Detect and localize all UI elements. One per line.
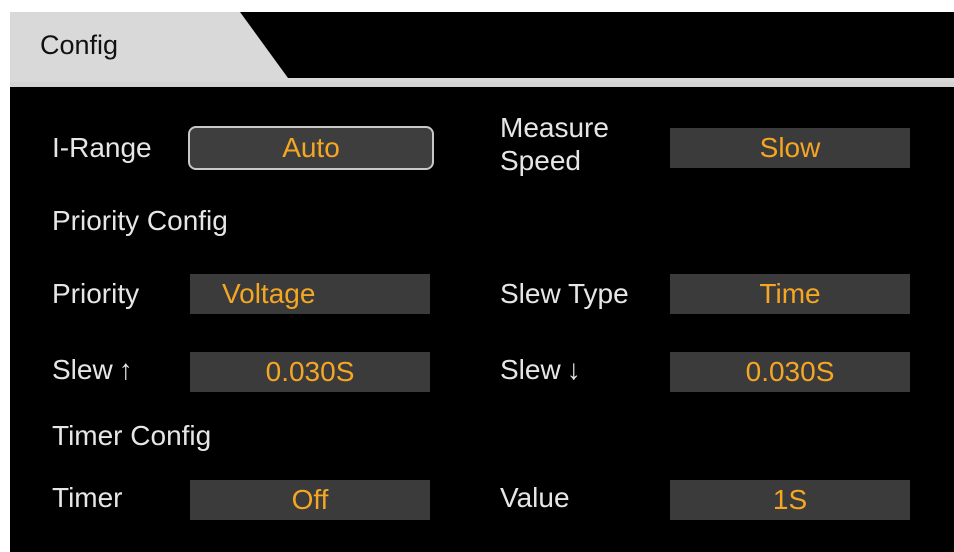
- timer-field[interactable]: Off: [190, 480, 430, 520]
- slew-down-label-text: Slew: [500, 354, 561, 385]
- slew-up-field[interactable]: 0.030S: [190, 352, 430, 392]
- tab-config[interactable]: Config: [40, 30, 118, 61]
- config-screen: Config I-Range Auto Measure Speed Slow P…: [10, 12, 954, 552]
- priority-field[interactable]: Voltage: [190, 274, 430, 314]
- slew-up-label-text: Slew: [52, 354, 113, 385]
- value-field[interactable]: 1S: [670, 480, 910, 520]
- slew-down-label: Slew ↓: [500, 354, 581, 386]
- measure-speed-field[interactable]: Slow: [670, 128, 910, 168]
- slew-type-field[interactable]: Time: [670, 274, 910, 314]
- priority-label: Priority: [52, 278, 140, 309]
- tab-divider: [10, 82, 954, 87]
- measure-speed-label-line2: Speed: [500, 145, 581, 176]
- slew-down-field[interactable]: 0.030S: [670, 352, 910, 392]
- slew-type-label: Slew Type: [500, 278, 629, 309]
- i-range-field[interactable]: Auto: [188, 126, 434, 170]
- i-range-label: I-Range: [52, 132, 152, 163]
- slew-up-label: Slew ↑: [52, 354, 133, 386]
- timer-config-heading: Timer Config: [52, 420, 212, 451]
- priority-config-heading: Priority Config: [52, 205, 228, 236]
- measure-speed-label-line1: Measure: [500, 112, 609, 143]
- arrow-up-icon: ↑: [118, 354, 133, 385]
- timer-label: Timer: [52, 482, 123, 513]
- value-label: Value: [500, 482, 570, 513]
- tab-shape: [10, 12, 954, 87]
- arrow-down-icon: ↓: [566, 354, 581, 385]
